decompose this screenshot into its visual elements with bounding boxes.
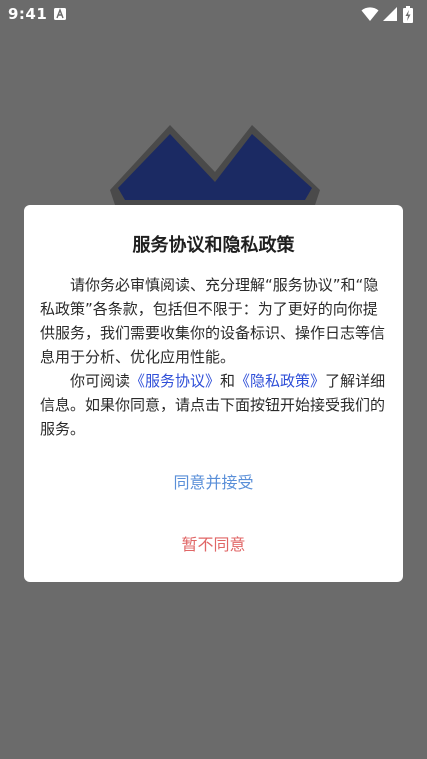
privacy-policy-link[interactable]: 《隐私政策》 [235,372,325,390]
links-paragraph: 你可阅读《服务协议》和《隐私政策》了解详细信息。如果你同意，请点击下面按钮开始接… [40,369,390,441]
status-time: 9:41 [8,5,48,23]
battery-charging-icon [403,6,413,23]
dialog-title: 服务协议和隐私政策 [132,235,295,256]
dialog-body: 请你务必审慎阅读、充分理解“服务协议”和“隐私政策”各条款，包括但不限于：为了更… [40,273,390,441]
terms-paragraph: 请你务必审慎阅读、充分理解“服务协议”和“隐私政策”各条款，包括但不限于：为了更… [40,276,386,366]
conjunction-text: 和 [220,372,236,390]
decline-button[interactable]: 暂不同意 [24,531,403,555]
paragraph-prefix: 你可阅读 [70,372,131,390]
service-agreement-link[interactable]: 《服务协议》 [130,372,220,390]
agree-button[interactable]: 同意并接受 [24,469,403,493]
status-bar: 9:41 [0,0,427,30]
cellular-signal-icon [383,7,397,21]
privacy-dialog: 服务协议和隐私政策 请你务必审慎阅读、充分理解“服务协议”和“隐私政策”各条款，… [24,205,403,582]
wifi-icon [361,7,379,21]
status-icons [361,6,421,23]
a-notification-icon [54,8,66,20]
